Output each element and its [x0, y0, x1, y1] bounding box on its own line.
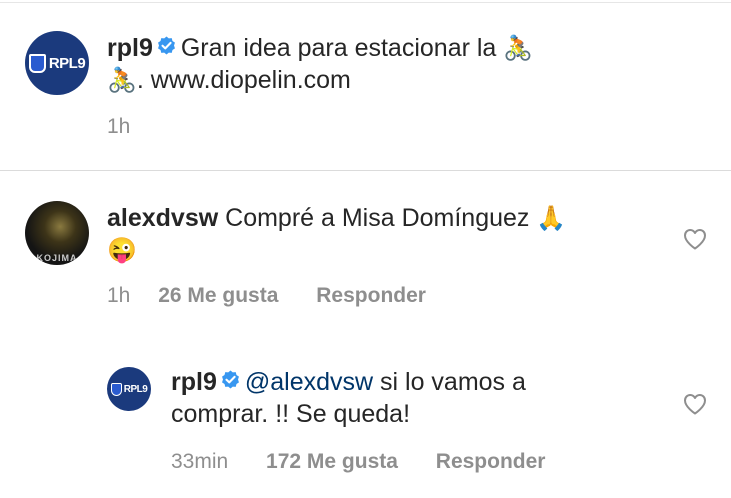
comment-username[interactable]: alexdvsw	[107, 204, 218, 232]
pray-emoji: 🙏	[536, 205, 567, 232]
caption-line-1: rpl9 Gran idea para estacionar la 🚴	[107, 33, 533, 64]
comment-timestamp: 1h	[107, 284, 131, 307]
cyclist-emoji: 🚴	[107, 67, 137, 94]
reply-text: si lo vamos a	[373, 368, 526, 396]
top-divider	[0, 2, 731, 3]
avatar-caption-text: KOJIMA	[36, 253, 78, 263]
reply-timestamp: 33min	[171, 450, 229, 473]
caption-line-2: 🚴. www.diopelin.com	[107, 65, 351, 96]
comment-reply-button[interactable]: Responder	[316, 284, 426, 307]
reply-meta: 33min 172 Me gusta Responder	[171, 450, 545, 474]
reply-like-heart-icon[interactable]	[683, 393, 707, 415]
comment-text: Compré a Misa Domínguez	[225, 204, 530, 232]
reply-text-continued: comprar. !! Se queda!	[171, 400, 411, 428]
caption-username[interactable]: rpl9	[107, 34, 153, 62]
winking-tongue-emoji: 😜	[107, 237, 137, 264]
reply-avatar[interactable]: RPL9	[107, 367, 151, 411]
caption-link-text[interactable]: . www.diopelin.com	[137, 66, 351, 94]
caption-avatar[interactable]: RPL9	[25, 31, 89, 95]
comment-line-1: alexdvsw Compré a Misa Domínguez 🙏	[107, 203, 566, 234]
reply-line-1: rpl9 @alexdvsw si lo vamos a	[171, 367, 526, 398]
comment-line-2: 😜	[107, 235, 137, 266]
section-divider	[0, 170, 731, 171]
caption-text: Gran idea para estacionar la	[180, 34, 497, 62]
crest-icon	[28, 53, 46, 73]
comment-avatar[interactable]: KOJIMA	[25, 201, 89, 265]
reply-username[interactable]: rpl9	[171, 368, 217, 396]
cyclist-emoji: 🚴	[503, 35, 534, 62]
reply-likes-count[interactable]: 172 Me gusta	[266, 450, 398, 473]
caption-timestamp: 1h	[107, 115, 131, 138]
reply-mention-link[interactable]: @alexdvsw	[245, 368, 373, 396]
verified-badge-icon	[221, 370, 239, 389]
reply-reply-button[interactable]: Responder	[436, 450, 546, 473]
crest-icon	[110, 382, 122, 396]
comment-likes-count[interactable]: 26 Me gusta	[158, 284, 278, 307]
comment-meta: 1h 26 Me gusta Responder	[107, 284, 426, 308]
avatar-logo-text: RPL9	[48, 54, 86, 72]
verified-badge-icon	[157, 36, 175, 55]
reply-line-2: comprar. !! Se queda!	[171, 399, 410, 430]
avatar-logo-text: RPL9	[123, 383, 148, 395]
comment-like-heart-icon[interactable]	[683, 228, 707, 250]
